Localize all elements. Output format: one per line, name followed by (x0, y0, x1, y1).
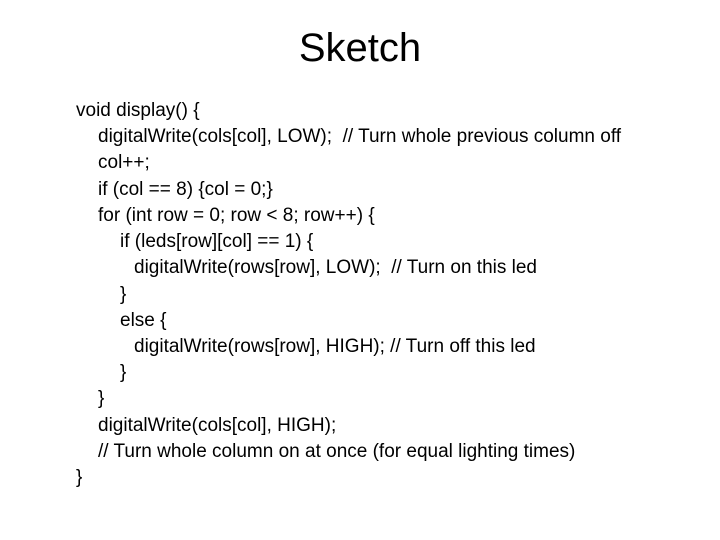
code-line: // Turn whole column on at once (for equ… (76, 439, 621, 465)
code-line: for (int row = 0; row < 8; row++) { (76, 203, 621, 229)
code-line: digitalWrite(cols[col], HIGH); (76, 413, 621, 439)
code-line: } (76, 282, 621, 308)
code-line: } (76, 360, 621, 386)
slide: Sketch void display() { digitalWrite(col… (0, 0, 720, 540)
code-line: } (76, 465, 621, 491)
code-line: if (leds[row][col] == 1) { (76, 229, 621, 255)
code-line: digitalWrite(rows[row], LOW); // Turn on… (76, 255, 621, 281)
code-line: col++; (76, 150, 621, 176)
code-block: void display() { digitalWrite(cols[col],… (76, 98, 621, 491)
code-line: digitalWrite(cols[col], LOW); // Turn wh… (76, 124, 621, 150)
code-line: } (76, 386, 621, 412)
code-line: if (col == 8) {col = 0;} (76, 177, 621, 203)
slide-title: Sketch (0, 0, 720, 71)
code-line: void display() { (76, 98, 621, 124)
code-line: else { (76, 308, 621, 334)
code-line: digitalWrite(rows[row], HIGH); // Turn o… (76, 334, 621, 360)
